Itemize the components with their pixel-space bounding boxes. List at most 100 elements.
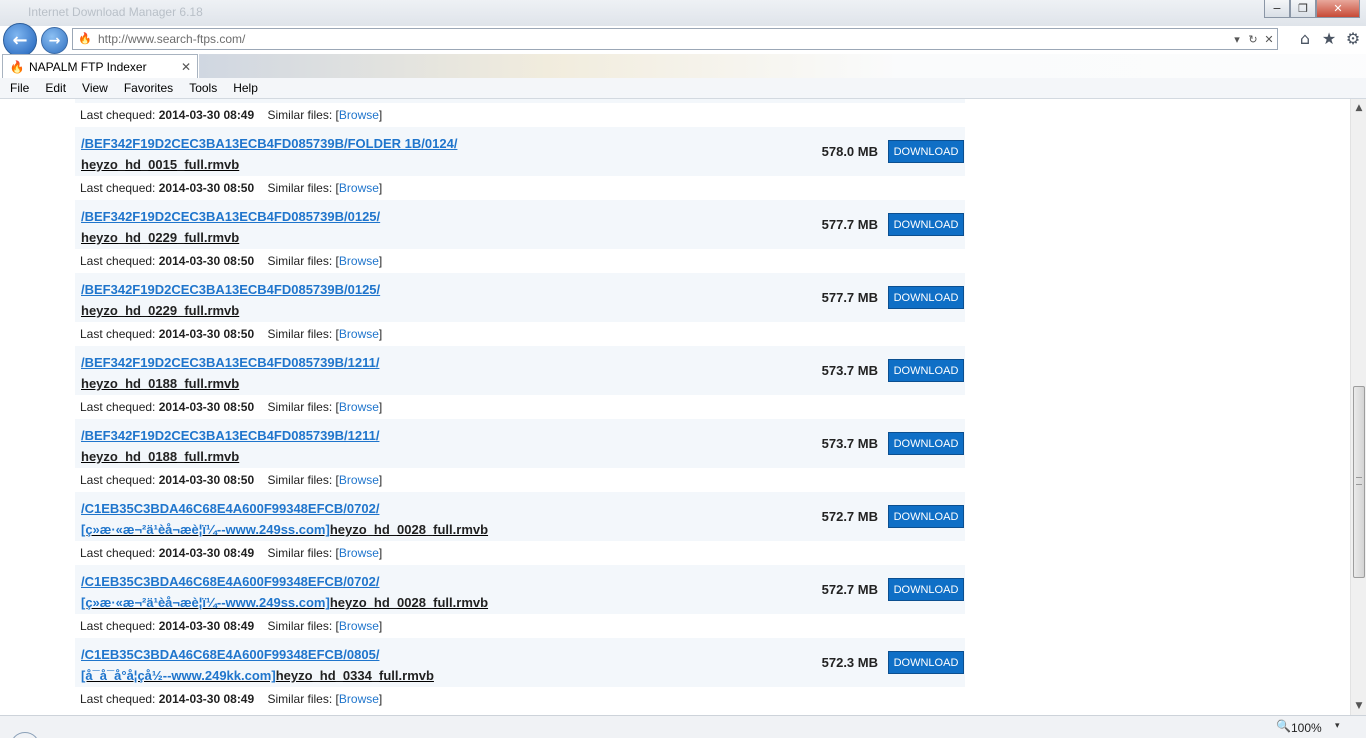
tab-close-icon[interactable]: ✕ [181,60,197,74]
result-file-size: 572.7 MB [821,582,878,597]
window-controls: − ❐ ✕ [1264,0,1360,18]
bracket-close: ] [378,400,383,414]
address-bar[interactable]: 🔥 http://www.search-ftps.com/ ▾ ↻ ✕ [72,28,1278,50]
browse-link[interactable]: Browse [339,619,379,633]
favorites-star-icon[interactable]: ★ [1320,28,1338,48]
download-button[interactable]: DOWNLOAD [888,505,964,528]
result-meta: Last chequed: 2014-03-30 08:50 Similar f… [75,322,965,346]
download-button[interactable]: DOWNLOAD [888,432,964,455]
last-checked-label: Last chequed: [80,181,156,195]
download-button[interactable]: DOWNLOAD [888,359,964,382]
bracket-close: ] [378,108,383,122]
last-checked-label: Last chequed: [80,327,156,341]
bracket-close: ] [378,327,383,341]
zoom-level[interactable]: 100% [1291,721,1322,735]
browse-link[interactable]: Browse [339,254,379,268]
result-header: /C1EB35C3BDA46C68E4A600F99348EFCB/0702/ … [75,492,965,541]
result-meta: Last chequed: 2014-03-30 08:50 Similar f… [75,249,965,273]
bracket-close: ] [378,473,383,487]
tab-strip: 🔥 NAPALM FTP Indexer ✕ [0,54,1366,78]
stop-icon[interactable]: ✕ [1261,33,1277,46]
last-checked-label: Last chequed: [80,546,156,560]
result-file-size: 577.7 MB [821,217,878,232]
menu-tools[interactable]: Tools [189,81,217,95]
window-title: Internet Download Manager 6.18 [28,5,203,19]
bracket-close: ] [378,692,383,706]
tab-favicon-icon: 🔥 [9,59,25,74]
refresh-icon[interactable]: ↻ [1245,33,1261,46]
site-favicon-icon: 🔥 [78,33,92,45]
home-icon[interactable]: ⌂ [1296,28,1314,48]
result-header: /BEF342F19D2CEC3BA13ECB4FD085739B/FOLDER… [75,127,965,176]
download-button[interactable]: DOWNLOAD [888,213,964,236]
close-window-button[interactable]: ✕ [1316,0,1360,18]
result-meta: Last chequed: 2014-03-30 08:49 Similar f… [75,614,965,638]
result-file-name: heyzo_hd_0028_full.rmvb [329,522,489,537]
result-item: /BEF342F19D2CEC3BA13ECB4FD085739B/0125/ … [75,200,965,273]
back-button[interactable]: ← [3,23,37,57]
gear-icon[interactable]: ⚙ [1344,28,1362,48]
menu-file[interactable]: File [10,81,29,95]
result-header [75,99,965,103]
last-checked-date: 2014-03-30 08:49 [158,108,255,122]
result-file-size: 572.7 MB [821,509,878,524]
result-meta: Last chequed: 2014-03-30 08:50 Similar f… [75,395,965,419]
result-header: /BEF342F19D2CEC3BA13ECB4FD085739B/0125/ … [75,200,965,249]
menu-help[interactable]: Help [233,81,258,95]
download-button[interactable]: DOWNLOAD [888,286,964,309]
maximize-button[interactable]: ❐ [1290,0,1316,18]
tab-napalm[interactable]: 🔥 NAPALM FTP Indexer ✕ [2,54,198,78]
browse-link[interactable]: Browse [339,181,379,195]
last-checked-label: Last chequed: [80,400,156,414]
zoom-dropdown-icon[interactable]: ▾ [1335,721,1340,731]
browse-link[interactable]: Browse [339,400,379,414]
menu-edit[interactable]: Edit [45,81,66,95]
result-item: /C1EB35C3BDA46C68E4A600F99348EFCB/0702/ … [75,492,965,565]
download-button[interactable]: DOWNLOAD [888,651,964,674]
browse-link[interactable]: Browse [339,473,379,487]
result-file-size: 573.7 MB [821,363,878,378]
scroll-up-arrow-icon[interactable]: ▲ [1351,100,1366,116]
browse-link[interactable]: Browse [339,692,379,706]
menu-bar: File Edit View Favorites Tools Help [0,78,1366,99]
result-item: /C1EB35C3BDA46C68E4A600F99348EFCB/0805/ … [75,638,965,711]
minimize-button[interactable]: − [1264,0,1290,18]
similar-files-label: Similar files: [267,327,333,341]
result-header: /C1EB35C3BDA46C68E4A600F99348EFCB/0702/ … [75,565,965,614]
scrollbar-grip [1356,477,1362,485]
menu-favorites[interactable]: Favorites [124,81,173,95]
vertical-scrollbar[interactable]: ▲ ▼ [1350,99,1366,715]
last-checked-date: 2014-03-30 08:49 [158,619,255,633]
similar-files-label: Similar files: [267,619,333,633]
bracket-close: ] [378,181,383,195]
status-bar: 🔍 100% ▾ [0,715,1366,738]
result-file-name: heyzo_hd_0028_full.rmvb [329,595,489,610]
bracket-close: ] [378,546,383,560]
result-file-size: 572.3 MB [821,655,878,670]
forward-button[interactable]: → [41,27,68,54]
browse-link[interactable]: Browse [339,546,379,560]
result-file-size: 578.0 MB [821,144,878,159]
browse-link[interactable]: Browse [339,327,379,341]
last-checked-date: 2014-03-30 08:50 [158,400,255,414]
similar-files-label: Similar files: [267,108,333,122]
address-url[interactable]: http://www.search-ftps.com/ [98,32,1229,46]
scrollbar-thumb[interactable] [1353,386,1365,578]
scroll-down-arrow-icon[interactable]: ▼ [1351,698,1366,714]
result-file-prefix: [å¯å¯å°å¦çå½--www.249kk.com] [81,668,276,683]
address-dropdown-icon[interactable]: ▾ [1229,33,1245,46]
result-file-prefix: [ç»æ·«æ¬²ä¹èå¬æè¦ï¼--www.249ss.com] [81,595,330,610]
download-button[interactable]: DOWNLOAD [888,578,964,601]
browser-tools: ⌂ ★ ⚙ [1296,28,1362,48]
result-meta: Last chequed: 2014-03-30 08:49 Similar f… [75,541,965,565]
result-file-name: heyzo_hd_0334_full.rmvb [275,668,434,683]
similar-files-label: Similar files: [267,400,333,414]
similar-files-label: Similar files: [267,546,333,560]
download-button[interactable]: DOWNLOAD [888,140,964,163]
similar-files-label: Similar files: [267,473,333,487]
browse-link[interactable]: Browse [339,108,379,122]
menu-view[interactable]: View [82,81,108,95]
results-list: Last chequed: 2014-03-30 08:49 Similar f… [75,99,965,711]
last-checked-date: 2014-03-30 08:50 [158,181,255,195]
zoom-icon[interactable]: 🔍 [1276,719,1291,733]
